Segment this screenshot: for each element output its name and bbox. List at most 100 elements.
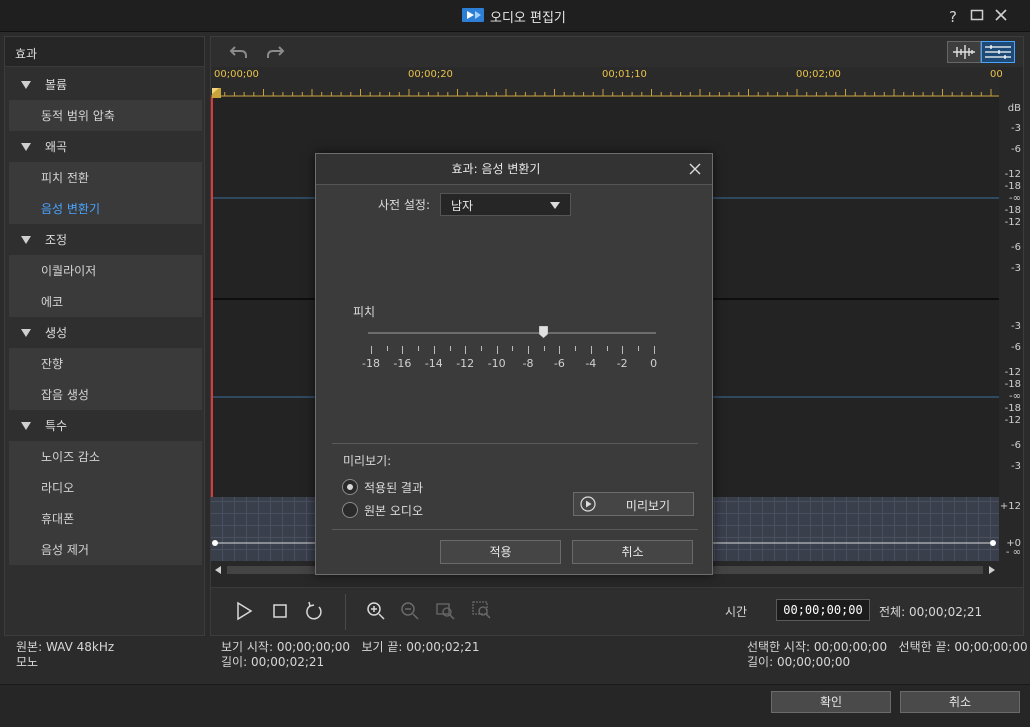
db-unit: dB bbox=[1007, 103, 1021, 114]
effect-category[interactable]: 볼륨 bbox=[9, 69, 202, 100]
pitch-slider-thumb[interactable] bbox=[539, 326, 549, 338]
timeline-ruler[interactable]: 00;00;00 00;00;20 00;01;10 00;02;00 00 bbox=[211, 67, 1003, 97]
pitch-tick-label: -6 bbox=[553, 357, 565, 370]
preview-button-label: 미리보기 bbox=[625, 499, 671, 513]
effect-item[interactable]: 휴대폰 bbox=[9, 503, 202, 534]
loop-icon[interactable] bbox=[303, 600, 325, 622]
collapse-triangle-icon[interactable] bbox=[21, 80, 31, 89]
preview-button[interactable]: 미리보기 bbox=[573, 492, 694, 516]
effect-category-label: 특수 bbox=[45, 419, 68, 433]
dialog-close-icon[interactable] bbox=[688, 162, 702, 176]
effect-item[interactable]: 노이즈 감소 bbox=[9, 441, 202, 472]
db-tick: -6 bbox=[1011, 242, 1021, 253]
effects-list: 볼륨동적 범위 압축 왜곡 피치 전환 음성 변환기 조정 이퀄라이저 에코생성잔향 잡음 생… bbox=[9, 69, 202, 565]
preview-label: 미리보기: bbox=[343, 454, 392, 468]
pitch-tick bbox=[496, 346, 498, 354]
radio-button[interactable] bbox=[342, 502, 358, 518]
effect-item[interactable]: 음성 변환기 bbox=[9, 193, 202, 224]
playhead-marker-icon[interactable] bbox=[211, 87, 223, 99]
pitch-tick-label: -2 bbox=[616, 357, 628, 370]
effect-category-label: 볼륨 bbox=[45, 78, 68, 92]
bottom-bar: 확인 취소 bbox=[0, 684, 1030, 727]
stop-icon[interactable] bbox=[269, 600, 291, 622]
view-length: 길이: 00;00;02;21 bbox=[221, 655, 325, 669]
db-tick: -∞ bbox=[1009, 193, 1021, 204]
ruler-ticks bbox=[211, 89, 999, 97]
pitch-minor-tick bbox=[575, 346, 577, 351]
pitch-minor-tick bbox=[543, 346, 545, 351]
time-field[interactable]: 00;00;00;00 bbox=[776, 599, 870, 621]
status-source: 원본: WAV 48kHz 모노 bbox=[16, 640, 114, 670]
maximize-icon bbox=[970, 9, 984, 21]
timecode-label: 00 bbox=[990, 69, 1003, 80]
status-selection: 선택한 시작: 00;00;00;00 선택한 끝: 00;00;00;00 길… bbox=[747, 640, 1028, 670]
effect-category[interactable]: 조정 bbox=[9, 224, 202, 255]
timecode-label: 00;00;20 bbox=[408, 69, 453, 80]
db-tick: -3 bbox=[1011, 321, 1021, 332]
effect-item[interactable]: 음성 제거 bbox=[9, 534, 202, 565]
collapse-triangle-icon[interactable] bbox=[21, 421, 31, 430]
effect-item[interactable]: 이퀄라이저 bbox=[9, 255, 202, 286]
collapse-triangle-icon[interactable] bbox=[21, 142, 31, 151]
pitch-tick bbox=[433, 346, 435, 354]
selection-start: 선택한 시작: 00;00;00;00 bbox=[747, 640, 888, 654]
ok-button[interactable]: 확인 bbox=[771, 691, 891, 713]
pitch-minor-tick bbox=[512, 346, 514, 351]
zoom-fit-icon[interactable] bbox=[471, 600, 493, 622]
db-tick: -18 bbox=[1004, 205, 1021, 216]
dialog-cancel-button[interactable]: 취소 bbox=[572, 540, 693, 564]
effect-category-label: 생성 bbox=[45, 326, 68, 340]
effect-item[interactable]: 잡음 생성 bbox=[9, 379, 202, 410]
maximize-button[interactable] bbox=[968, 8, 986, 26]
pitch-minor-tick bbox=[386, 346, 388, 351]
db-tick: -3 bbox=[1011, 123, 1021, 134]
zoom-out-icon[interactable] bbox=[399, 600, 421, 622]
selection-length: 길이: 00;00;00;00 bbox=[747, 655, 851, 669]
chevron-down-icon bbox=[550, 202, 560, 209]
transport-bar: 시간 00;00;00;00 전체: 00;00;02;21 bbox=[211, 587, 1023, 635]
effect-item[interactable]: 잔향 bbox=[9, 348, 202, 379]
effect-item[interactable]: 동적 범위 압축 bbox=[9, 100, 202, 131]
collapse-triangle-icon[interactable] bbox=[21, 328, 31, 337]
collapse-triangle-icon[interactable] bbox=[21, 235, 31, 244]
scroll-left-icon[interactable] bbox=[215, 566, 221, 574]
effect-category[interactable]: 생성 bbox=[9, 317, 202, 348]
effect-category[interactable]: 왜곡 bbox=[9, 131, 202, 162]
pitch-tick-label: -12 bbox=[456, 357, 475, 370]
voice-changer-dialog: 효과: 음성 변환기 사전 설정: 남자 피치 -18 -16 -14 -12 -10 -… bbox=[315, 153, 713, 575]
radio-button-selected[interactable] bbox=[342, 479, 358, 495]
source-format: 원본: WAV 48kHz bbox=[16, 640, 115, 654]
undo-icon[interactable] bbox=[229, 43, 249, 61]
zoom-selection-icon[interactable] bbox=[435, 600, 457, 622]
effect-item[interactable]: 피치 전환 bbox=[9, 162, 202, 193]
radio-original-audio[interactable]: 원본 오디오 bbox=[342, 501, 423, 519]
play-circle-icon bbox=[580, 496, 596, 512]
help-button[interactable]: ? bbox=[944, 8, 962, 26]
preset-label: 사전 설정: bbox=[378, 198, 431, 212]
play-icon[interactable] bbox=[233, 600, 255, 622]
effect-category[interactable]: 특수 bbox=[9, 410, 202, 441]
pitch-slider-track[interactable] bbox=[368, 332, 656, 334]
envelope-point[interactable] bbox=[212, 540, 218, 546]
apply-button[interactable]: 적용 bbox=[440, 540, 561, 564]
pitch-tick bbox=[653, 346, 655, 354]
preset-select[interactable]: 남자 bbox=[440, 193, 571, 216]
pitch-minor-tick bbox=[449, 346, 451, 351]
radio-applied-result[interactable]: 적용된 결과 bbox=[342, 478, 423, 496]
dialog-titlebar: 효과: 음성 변환기 bbox=[316, 154, 712, 185]
cancel-button[interactable]: 취소 bbox=[900, 691, 1020, 713]
effect-item[interactable]: 에코 bbox=[9, 286, 202, 317]
zoom-in-icon[interactable] bbox=[365, 600, 387, 622]
redo-icon[interactable] bbox=[265, 43, 285, 61]
pitch-tick bbox=[528, 346, 529, 354]
pitch-tick bbox=[465, 346, 467, 354]
envelope-point[interactable] bbox=[990, 540, 996, 546]
view-mode-toggle[interactable] bbox=[947, 41, 1015, 63]
db-tick: -18 bbox=[1004, 403, 1021, 414]
effect-item[interactable]: 라디오 bbox=[9, 472, 202, 503]
db-tick: -6 bbox=[1011, 440, 1021, 451]
timecode-label: 00;01;10 bbox=[602, 69, 647, 80]
scroll-right-icon[interactable] bbox=[989, 566, 995, 574]
close-window-button[interactable] bbox=[992, 8, 1010, 26]
total-duration: 전체: 00;00;02;21 bbox=[879, 605, 983, 619]
